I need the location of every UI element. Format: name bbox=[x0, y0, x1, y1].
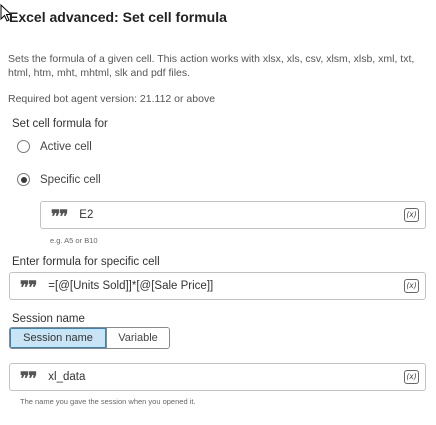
variable-insert-icon[interactable]: (x) bbox=[404, 370, 419, 384]
radio-specific-cell[interactable]: Specific cell bbox=[17, 173, 101, 186]
action-panel: Excel advanced: Set cell formula Sets th… bbox=[0, 0, 436, 425]
action-description: Sets the formula of a given cell. This a… bbox=[8, 53, 415, 79]
cell-address-value[interactable]: E2 bbox=[79, 209, 404, 221]
radio-button[interactable] bbox=[17, 140, 30, 153]
variable-insert-icon[interactable]: (x) bbox=[404, 279, 419, 293]
toggle-variable[interactable]: Variable bbox=[106, 328, 169, 348]
formula-label: Enter formula for specific cell bbox=[12, 256, 160, 268]
session-name-hint: The name you gave the session when you o… bbox=[20, 397, 196, 406]
quote-icon: ❞❞ bbox=[20, 278, 37, 298]
formula-value[interactable]: =[@[Units Sold]]*[@[Sale Price]] bbox=[48, 280, 404, 292]
radio-active-cell[interactable]: Active cell bbox=[17, 140, 92, 153]
required-version-text: Required bot agent version: 21.112 or ab… bbox=[8, 93, 216, 105]
session-label: Session name bbox=[12, 313, 85, 325]
formula-input[interactable]: ❞❞ =[@[Units Sold]]*[@[Sale Price]] (x) bbox=[9, 272, 426, 300]
cell-address-hint: e.g. A5 or B10 bbox=[50, 236, 98, 245]
variable-insert-icon[interactable]: (x) bbox=[404, 208, 419, 222]
page-title: Excel advanced: Set cell formula bbox=[9, 9, 227, 25]
session-name-input[interactable]: ❞❞ xl_data (x) bbox=[9, 363, 426, 391]
radio-button-selected[interactable] bbox=[17, 173, 30, 186]
cell-address-input[interactable]: ❞❞ E2 (x) bbox=[40, 201, 426, 229]
quote-icon: ❞❞ bbox=[51, 207, 68, 227]
radio-label-active-cell: Active cell bbox=[40, 140, 92, 153]
cell-target-label: Set cell formula for bbox=[12, 118, 108, 130]
toggle-session-name[interactable]: Session name bbox=[10, 328, 106, 348]
radio-label-specific-cell: Specific cell bbox=[40, 173, 101, 186]
session-name-value[interactable]: xl_data bbox=[48, 371, 404, 383]
session-source-toggle: Session name Variable bbox=[9, 327, 170, 349]
quote-icon: ❞❞ bbox=[20, 369, 37, 389]
